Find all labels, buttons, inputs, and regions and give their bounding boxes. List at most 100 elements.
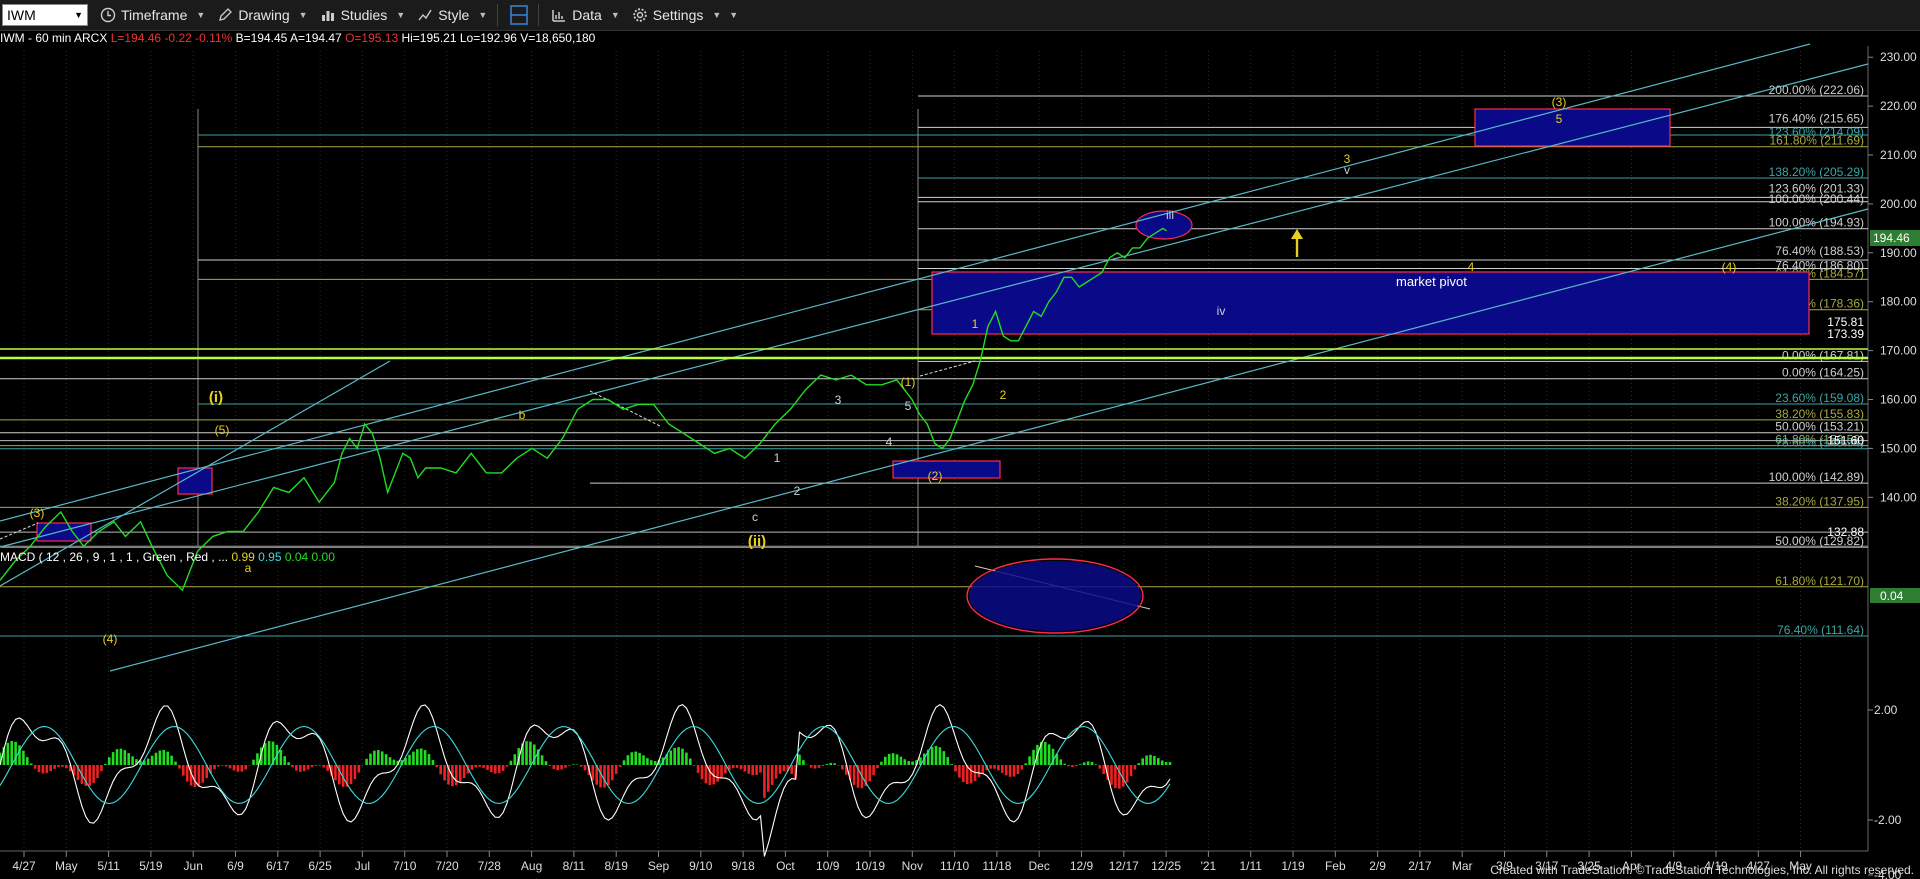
symbol-dropdown-icon[interactable]: ▼: [74, 10, 83, 20]
time-tick-label: 7/10: [393, 859, 417, 873]
wave-label: 5: [1556, 112, 1563, 126]
price-tick-label: 180.00: [1880, 295, 1917, 309]
time-tick-label: May: [55, 859, 78, 873]
wave-label: 5: [905, 399, 912, 413]
time-tick-label: '21: [1201, 859, 1217, 873]
data-caret-icon: ▼: [610, 10, 620, 20]
footer-credit: Created with TradeStation. ©TradeStation…: [1490, 863, 1914, 877]
time-tick-label: Aug: [521, 859, 542, 873]
wave-label: 2: [1000, 388, 1007, 402]
studies-caret-icon: ▼: [396, 10, 406, 20]
header-symbol: IWM - 60 min ARCX: [0, 31, 107, 45]
drawing-button[interactable]: Drawing ▼: [217, 7, 308, 23]
last-price-value: 194.46: [1873, 231, 1910, 245]
wave2-box: [892, 460, 1001, 479]
time-tick-label: 10/9: [816, 859, 840, 873]
gear-icon: [633, 8, 647, 22]
clock-icon: [100, 7, 116, 23]
fib-level-label: 23.60% (159.08): [1775, 391, 1864, 405]
time-tick-label: Feb: [1325, 859, 1346, 873]
settings-button[interactable]: Settings ▼: [632, 7, 721, 23]
time-tick-label: 11/10: [940, 859, 969, 873]
settings-label: Settings: [652, 7, 704, 23]
wave-label: 4: [886, 435, 893, 449]
price-tick-label: 210.00: [1880, 148, 1917, 162]
time-tick-label: 2/9: [1369, 859, 1386, 873]
support-level-label: 173.39: [1827, 327, 1864, 341]
time-tick-label: Jun: [184, 859, 203, 873]
style-button[interactable]: Style ▼: [417, 7, 487, 23]
support-level-label: 132.88: [1827, 525, 1864, 539]
time-tick-label: 5/11: [97, 859, 120, 873]
wave-label: iii: [1166, 208, 1174, 222]
fib-level-label: 61.80% (121.70): [1775, 574, 1864, 588]
data-icon: [552, 10, 566, 22]
price-tick-label: 190.00: [1880, 246, 1917, 260]
time-tick-label: 9/18: [731, 859, 755, 873]
time-tick-label: Nov: [902, 859, 923, 873]
fib-level-label: 0.00% (167.81): [1782, 348, 1864, 362]
macd-divergence-fill: [969, 561, 1141, 631]
chart-area[interactable]: IWM - 60 min ARCX L=194.46 -0.22 -0.11% …: [0, 31, 1920, 879]
macd-zero-value: 0.00: [312, 550, 336, 564]
timeframe-button[interactable]: Timeframe ▼: [100, 7, 205, 23]
time-tick-label: 2/17: [1408, 859, 1432, 873]
fib-level-label: 38.20% (137.95): [1775, 494, 1864, 508]
time-tick-label: 6/25: [308, 859, 332, 873]
header-change: -0.22: [164, 31, 192, 45]
data-label: Data: [572, 7, 602, 23]
drawing-caret-icon: ▼: [298, 10, 308, 20]
wave-label: 1: [774, 451, 781, 465]
macd-title: MACD ( 12 , 26 , 9 , 1 , 1 , Green , Red…: [0, 550, 228, 564]
time-tick-label: 7/20: [435, 859, 459, 873]
macd-value: 0.99: [231, 550, 255, 564]
studies-button[interactable]: Studies ▼: [320, 7, 406, 23]
fib-level-label: 76.40% (111.64): [1777, 623, 1864, 637]
time-tick-label: Jul: [355, 859, 370, 873]
drawing-label: Drawing: [238, 7, 290, 23]
fib-level-label: 0.00% (164.25): [1782, 366, 1864, 380]
header-high: Hi=195.21: [401, 31, 456, 45]
wave-label: 4: [1468, 260, 1475, 274]
wave-label: iv: [1217, 304, 1226, 318]
symbol-input[interactable]: IWM ▼: [2, 4, 88, 26]
wave-label: v: [1344, 163, 1350, 177]
macd-tick-label: 2.00: [1874, 703, 1898, 717]
wave-label: (ii): [748, 533, 766, 550]
symbol-header: IWM - 60 min ARCX L=194.46 -0.22 -0.11% …: [0, 31, 596, 45]
time-tick-label: Sep: [648, 859, 670, 873]
price-tick-label: 160.00: [1880, 393, 1917, 407]
studies-icon: [321, 11, 334, 21]
timeframe-label: Timeframe: [121, 7, 188, 23]
fib-level-label: 200.00% (222.06): [1769, 83, 1864, 97]
studies-label: Studies: [340, 7, 388, 23]
style-label: Style: [438, 7, 470, 23]
header-pct: -0.11%: [195, 31, 232, 45]
time-tick-label: Dec: [1029, 859, 1050, 873]
time-tick-label: 6/17: [266, 859, 290, 873]
fib-level-label: 161.80% (211.69): [1769, 134, 1864, 148]
chart-toolbar: IWM ▼ Timeframe ▼ Drawing ▼ Studies ▼ Style…: [0, 0, 1920, 31]
time-tick-label: 5/19: [139, 859, 163, 873]
more-caret-icon[interactable]: ▼: [729, 10, 738, 20]
wave-label: 1: [972, 317, 979, 331]
macd-signal-value: 0.95: [258, 550, 282, 564]
header-volume: V=18,650,180: [520, 31, 595, 45]
wave-label: (5): [215, 423, 230, 437]
fib-level-label: 100.00% (142.89): [1769, 470, 1864, 484]
symbol-value: IWM: [7, 7, 36, 23]
time-tick-label: Oct: [776, 859, 795, 873]
time-tick-label: 9/10: [689, 859, 713, 873]
wave-label: 2: [794, 484, 801, 498]
price-tick-label: 200.00: [1880, 197, 1917, 211]
time-tick-label: 8/11: [563, 859, 586, 873]
time-tick-label: 10/19: [855, 859, 885, 873]
header-open: O=195.13: [345, 31, 398, 45]
time-tick-label: Mar: [1452, 859, 1473, 873]
timeframe-caret-icon: ▼: [196, 10, 206, 20]
wave-label: (2): [928, 469, 943, 483]
time-tick-label: 11/18: [982, 859, 1011, 873]
price-tick-label: 220.00: [1880, 99, 1917, 113]
layout-button[interactable]: [510, 5, 529, 25]
data-button[interactable]: Data ▼: [551, 7, 620, 23]
